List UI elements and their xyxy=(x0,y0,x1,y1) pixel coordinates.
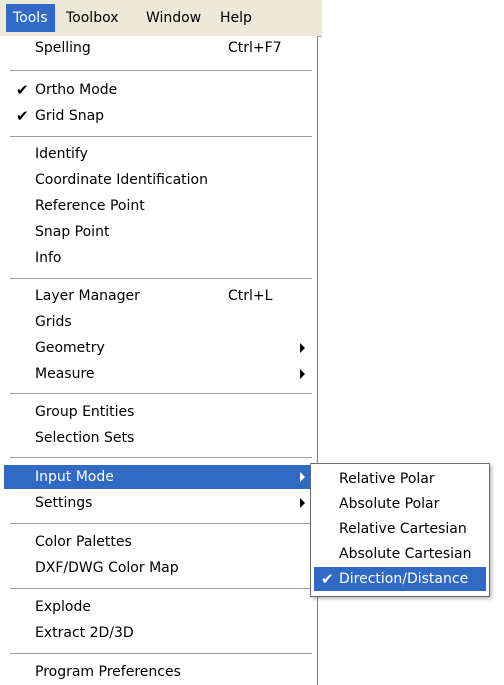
menu-separator xyxy=(10,523,312,524)
submenu-arrow-icon xyxy=(300,369,305,379)
menu-item-label: Input Mode xyxy=(35,469,114,485)
menu-item-selection-sets[interactable]: Selection Sets xyxy=(0,426,314,450)
menu-separator xyxy=(10,588,312,589)
submenu-item-relative-cartesian[interactable]: Relative Cartesian xyxy=(314,517,486,541)
menu-item-geometry[interactable]: Geometry xyxy=(0,336,314,360)
shortcut-label: Ctrl+F7 xyxy=(228,40,282,56)
menu-item-program-preferences[interactable]: Program Preferences xyxy=(0,660,314,684)
menu-item-info[interactable]: Info xyxy=(0,246,314,270)
menu-item-settings[interactable]: Settings xyxy=(0,491,314,515)
menu-item-label: Settings xyxy=(35,495,93,511)
menu-separator xyxy=(10,70,312,71)
menu-item-grid-snap[interactable]: ✔ Grid Snap xyxy=(0,104,314,128)
submenu-item-absolute-cartesian[interactable]: Absolute Cartesian xyxy=(314,542,486,566)
checkmark-icon: ✔ xyxy=(16,81,29,99)
menu-item-reference-point[interactable]: Reference Point xyxy=(0,194,314,218)
menubar-window[interactable]: Window xyxy=(139,4,208,32)
submenu-item-label: Direction/Distance xyxy=(339,571,469,587)
input-mode-submenu: Relative Polar Absolute Polar Relative C… xyxy=(310,463,490,597)
submenu-arrow-icon xyxy=(300,472,305,482)
menu-item-ortho-mode[interactable]: ✔ Ortho Mode xyxy=(0,78,314,102)
submenu-item-relative-polar[interactable]: Relative Polar xyxy=(314,467,486,491)
menu-item-grids[interactable]: Grids xyxy=(0,310,314,334)
menu-item-explode[interactable]: Explode xyxy=(0,595,314,619)
checkmark-icon: ✔ xyxy=(16,107,29,125)
submenu-arrow-icon xyxy=(300,343,305,353)
menu-item-label: Grid Snap xyxy=(35,108,105,124)
menu-item-layer-manager[interactable]: Layer Manager Ctrl+L xyxy=(0,284,314,308)
menu-separator xyxy=(10,278,312,279)
submenu-item-direction-distance[interactable]: ✔ Direction/Distance xyxy=(314,567,486,591)
menu-bar: Tools Toolbox Window Help xyxy=(0,0,322,37)
menu-item-label: Layer Manager xyxy=(35,288,140,304)
menu-separator xyxy=(10,136,312,137)
menu-separator xyxy=(10,393,312,394)
menu-item-measure[interactable]: Measure xyxy=(0,362,314,386)
submenu-arrow-icon xyxy=(300,498,305,508)
menu-item-label: Spelling xyxy=(35,40,91,56)
menu-separator xyxy=(10,653,312,654)
checkmark-icon: ✔ xyxy=(321,570,334,588)
submenu-item-absolute-polar[interactable]: Absolute Polar xyxy=(314,492,486,516)
menu-item-input-mode[interactable]: Input Mode xyxy=(4,465,314,489)
menubar-tools[interactable]: Tools xyxy=(6,4,55,32)
tools-menu: Spelling Ctrl+F7 ✔ Ortho Mode ✔ Grid Sna… xyxy=(0,36,318,685)
menu-item-color-palettes[interactable]: Color Palettes xyxy=(0,530,314,554)
menubar-toolbox[interactable]: Toolbox xyxy=(59,4,126,32)
menu-item-label: Ortho Mode xyxy=(35,82,118,98)
menu-item-label: Measure xyxy=(35,366,95,382)
shortcut-label: Ctrl+L xyxy=(228,288,273,304)
menu-item-extract-2d-3d[interactable]: Extract 2D/3D xyxy=(0,621,314,645)
menu-separator xyxy=(10,457,312,458)
menu-item-snap-point[interactable]: Snap Point xyxy=(0,220,314,244)
menubar-help[interactable]: Help xyxy=(213,4,259,32)
menu-item-label: Geometry xyxy=(35,340,105,356)
menu-item-coordinate-identification[interactable]: Coordinate Identification xyxy=(0,168,314,192)
menu-item-spelling[interactable]: Spelling Ctrl+F7 xyxy=(0,36,314,60)
menu-item-dxf-dwg-color-map[interactable]: DXF/DWG Color Map xyxy=(0,556,314,580)
menu-item-identify[interactable]: Identify xyxy=(0,142,314,166)
menu-item-group-entities[interactable]: Group Entities xyxy=(0,400,314,424)
